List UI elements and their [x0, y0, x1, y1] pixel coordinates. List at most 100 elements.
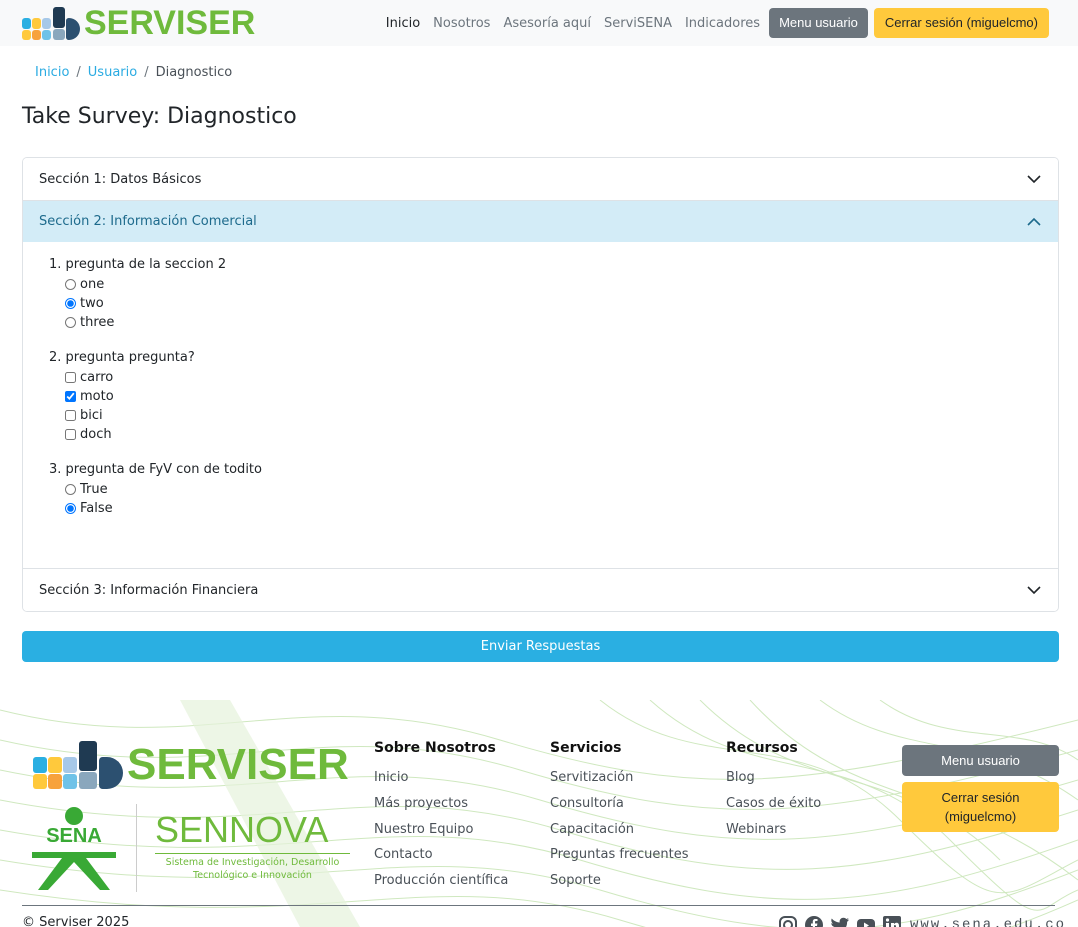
linkedin-icon[interactable]	[882, 915, 902, 927]
checkbox-bici[interactable]	[65, 410, 76, 421]
breadcrumb-inicio[interactable]: Inicio	[35, 65, 69, 80]
breadcrumb-separator: /	[144, 65, 149, 80]
checkbox-doch[interactable]	[65, 429, 76, 440]
footer-user-menu-button[interactable]: Menu usuario	[902, 745, 1059, 776]
footer-link[interactable]: Contacto	[374, 842, 508, 868]
checkbox-carro[interactable]	[65, 372, 76, 383]
chevron-up-icon	[1027, 217, 1041, 226]
sennova-subtitle: Sistema de Investigación, Desarrollo Tec…	[155, 853, 350, 882]
nav-asesoria[interactable]: Asesoría aquí	[503, 16, 591, 31]
option-label: carro	[80, 370, 114, 385]
footer-link[interactable]: Servitización	[550, 765, 689, 791]
chevron-down-icon	[1027, 175, 1041, 184]
footer-logout-label: Cerrar sesión (miguelcmo)	[941, 790, 1020, 824]
submit-answers-button[interactable]: Enviar Respuestas	[22, 631, 1059, 662]
facebook-icon[interactable]	[804, 915, 824, 927]
nav-nosotros[interactable]: Nosotros	[433, 16, 490, 31]
section-3-title: Sección 3: Información Financiera	[39, 582, 259, 598]
footer-link[interactable]: Consultoría	[550, 791, 689, 817]
section-1-title: Sección 1: Datos Básicos	[39, 171, 202, 187]
option-label: False	[80, 501, 113, 516]
radio-true[interactable]	[65, 484, 76, 495]
logo-text: SERVISER	[84, 4, 256, 42]
radio-three[interactable]	[65, 317, 76, 328]
footer-divider	[22, 905, 1055, 906]
footer-logo-text: SERVISER	[127, 740, 349, 789]
question-2: 2. pregunta pregunta? carro moto bici do…	[49, 350, 1032, 444]
breadcrumb-current: Diagnostico	[155, 65, 233, 80]
question-1: 1. pregunta de la seccion 2 one two thre…	[49, 257, 1032, 332]
footer-col-recursos: Recursos Blog Casos de éxito Webinars	[726, 740, 821, 842]
footer: SERVISER SENA SENNOVA Sistema de Investi…	[0, 700, 1078, 927]
question-label: 1. pregunta de la seccion 2	[49, 257, 227, 272]
logout-button[interactable]: Cerrar sesión (miguelcmo)	[873, 8, 1049, 38]
survey-accordion: Sección 1: Datos Básicos Sección 2: Info…	[22, 157, 1059, 612]
page-title: Take Survey: Diagnostico	[22, 104, 297, 129]
chevron-down-icon	[1027, 586, 1041, 595]
option-moto[interactable]: moto	[49, 387, 1032, 406]
section-3-header[interactable]: Sección 3: Información Financiera	[23, 568, 1058, 611]
social-links: www.sena.edu.co	[778, 915, 1066, 927]
radio-one[interactable]	[65, 279, 76, 290]
serviser-logo[interactable]: SERVISER	[22, 5, 255, 41]
user-menu-button[interactable]: Menu usuario	[769, 8, 868, 38]
section-2-header[interactable]: Sección 2: Información Comercial	[23, 201, 1058, 242]
section-1-header[interactable]: Sección 1: Datos Básicos	[23, 158, 1058, 201]
sena-website-link[interactable]: www.sena.edu.co	[910, 917, 1066, 927]
footer-link[interactable]: Inicio	[374, 765, 508, 791]
option-one[interactable]: one	[49, 275, 1032, 294]
footer-link[interactable]: Webinars	[726, 817, 821, 843]
option-three[interactable]: three	[49, 313, 1032, 332]
nav-inicio[interactable]: Inicio	[386, 16, 420, 31]
footer-link[interactable]: Capacitación	[550, 817, 689, 843]
copyright-text: © Serviser 2025	[22, 915, 130, 927]
footer-logout-button[interactable]: Cerrar sesión (miguelcmo)	[902, 782, 1059, 832]
option-true[interactable]: True	[49, 480, 1032, 499]
logo-blocks-icon	[22, 5, 82, 41]
nav-servisena[interactable]: ServiSENA	[604, 16, 672, 31]
instagram-icon[interactable]	[778, 915, 798, 927]
option-label: bici	[80, 408, 103, 423]
breadcrumb-usuario[interactable]: Usuario	[88, 65, 137, 80]
footer-link[interactable]: Blog	[726, 765, 821, 791]
option-label: two	[80, 296, 104, 311]
option-false[interactable]: False	[49, 499, 1032, 518]
footer-link[interactable]: Preguntas frecuentes	[550, 842, 689, 868]
footer-link[interactable]: Soporte	[550, 868, 689, 894]
footer-col-sobre-nosotros: Sobre Nosotros Inicio Más proyectos Nues…	[374, 740, 508, 894]
footer-col-servicios: Servicios Servitización Consultoría Capa…	[550, 740, 689, 894]
option-label: True	[80, 482, 108, 497]
option-label: doch	[80, 427, 112, 442]
breadcrumb: Inicio / Usuario / Diagnostico	[35, 65, 232, 80]
footer-serviser-logo[interactable]: SERVISER	[33, 738, 349, 792]
top-navbar: SERVISER Inicio Nosotros Asesoría aquí S…	[0, 0, 1078, 46]
option-label: moto	[80, 389, 114, 404]
section-2-body: 1. pregunta de la seccion 2 one two thre…	[23, 242, 1058, 568]
option-label: one	[80, 277, 105, 292]
sennova-logo[interactable]: SENNOVA Sistema de Investigación, Desarr…	[155, 810, 355, 882]
footer-link[interactable]: Nuestro Equipo	[374, 817, 508, 843]
radio-two[interactable]	[65, 298, 76, 309]
sena-logo[interactable]: SENA	[28, 804, 120, 892]
sena-text: SENA	[46, 825, 102, 847]
footer-col-title: Sobre Nosotros	[374, 740, 496, 756]
sennova-text: SENNOVA	[155, 809, 329, 850]
option-label: three	[80, 315, 115, 330]
question-label: 3. pregunta de FyV con de todito	[49, 462, 262, 477]
footer-col-title: Recursos	[726, 740, 798, 756]
option-two[interactable]: two	[49, 294, 1032, 313]
option-doch[interactable]: doch	[49, 425, 1032, 444]
option-bici[interactable]: bici	[49, 406, 1032, 425]
footer-link[interactable]: Producción científica	[374, 868, 508, 894]
twitter-icon[interactable]	[830, 915, 850, 927]
checkbox-moto[interactable]	[65, 391, 76, 402]
footer-col-title: Servicios	[550, 740, 622, 756]
youtube-icon[interactable]	[856, 915, 876, 927]
nav-indicadores[interactable]: Indicadores	[685, 16, 760, 31]
footer-link[interactable]: Casos de éxito	[726, 791, 821, 817]
footer-link[interactable]: Más proyectos	[374, 791, 508, 817]
footer-logo-divider	[136, 804, 137, 892]
radio-false[interactable]	[65, 503, 76, 514]
logo-blocks-icon	[33, 739, 125, 791]
option-carro[interactable]: carro	[49, 368, 1032, 387]
